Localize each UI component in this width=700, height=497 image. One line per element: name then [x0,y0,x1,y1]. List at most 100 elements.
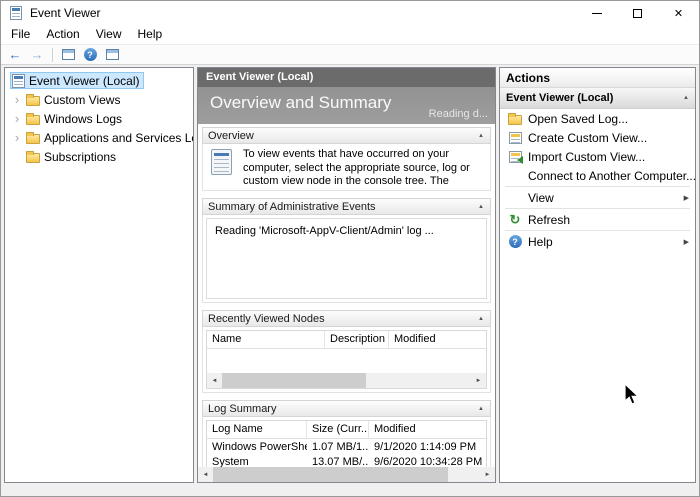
recent-nodes-hscrollbar[interactable]: ◄ ► [207,373,486,388]
column-header-modified[interactable]: Modified [369,421,486,438]
overview-banner: Overview and Summary Reading d... [198,87,495,124]
mouse-cursor [624,383,642,407]
column-header-size[interactable]: Size (Curr... [307,421,369,438]
log-summary-section-header[interactable]: Log Summary ▲ [202,400,491,417]
submenu-arrow-icon: ▶ [684,238,689,246]
collapse-icon[interactable]: ▲ [474,201,488,213]
expand-chevron-icon[interactable]: › [10,93,24,107]
scroll-left-icon[interactable]: ◄ [207,373,222,388]
menu-help[interactable]: Help [130,25,171,44]
properties-button[interactable] [102,46,122,64]
console-tree-icon [62,49,75,60]
scroll-left-icon[interactable]: ◄ [198,467,213,482]
selected-tree-node[interactable]: Event Viewer (Local) [10,72,144,89]
titlebar: Event Viewer ✕ [1,1,699,25]
window-controls: ✕ [576,1,699,25]
window-icon [106,49,119,60]
cell-modified: 9/1/2020 1:14:09 PM [369,441,486,453]
admin-events-section-title: Summary of Administrative Events [208,201,376,213]
window-title: Event Viewer [30,6,100,20]
icon-slot: ↻ [507,212,523,228]
action-refresh[interactable]: ↻ Refresh [500,210,695,229]
action-import-custom-view[interactable]: Import Custom View... [500,147,695,166]
toolbar: ← → ? [1,44,699,65]
collapse-icon[interactable]: ▲ [679,92,693,104]
scroll-thumb[interactable] [222,373,366,388]
overview-section: Overview ▲ To view events that have occu… [202,127,491,191]
tree-node[interactable]: Windows Logs [24,110,126,127]
collapse-icon[interactable]: ▲ [474,130,488,142]
scroll-right-icon[interactable]: ► [471,373,486,388]
actions-separator [505,186,690,187]
scroll-track[interactable] [222,373,471,388]
recent-nodes-table-header: Name Description Modified [207,331,486,349]
action-help[interactable]: ? Help ▶ [500,232,695,251]
icon-slot [507,130,523,146]
show-console-tree-button[interactable] [58,46,78,64]
menu-file[interactable]: File [3,25,38,44]
log-summary-table: Log Name Size (Curr... Modified Windows … [206,420,487,467]
expand-chevron-icon[interactable]: › [10,131,24,145]
overview-content: To view events that have occurred on you… [202,144,491,191]
admin-events-section-header[interactable]: Summary of Administrative Events ▲ [202,198,491,215]
tree-item-applications-services-logs[interactable]: › Applications and Services Logs [5,128,193,147]
submenu-arrow-icon: ▶ [684,194,689,202]
actions-group-header[interactable]: Event Viewer (Local) ▲ [500,88,695,109]
overview-section-header[interactable]: Overview ▲ [202,127,491,144]
actions-separator [505,230,690,231]
admin-events-status: Reading 'Microsoft-AppV-Client/Admin' lo… [206,218,487,299]
column-header-name[interactable]: Name [207,331,325,348]
close-icon: ✕ [674,7,683,20]
help-icon: ? [84,48,97,61]
tree-item-label: Event Viewer (Local) [29,74,140,88]
tree-item-custom-views[interactable]: › Custom Views [5,90,193,109]
scroll-track[interactable] [213,467,480,482]
column-header-log-name[interactable]: Log Name [207,421,307,438]
action-view[interactable]: View ▶ [500,188,695,207]
minimize-button[interactable] [576,1,617,25]
action-label: View [528,191,554,205]
banner-status: Reading d... [429,108,488,120]
back-button[interactable]: ← [5,46,25,64]
recent-nodes-section-header[interactable]: Recently Viewed Nodes ▲ [202,310,491,327]
action-label: Open Saved Log... [528,112,628,126]
tree-node[interactable]: Applications and Services Logs [24,129,194,146]
recent-nodes-content: Name Description Modified ◄ ► [202,327,491,393]
scroll-thumb[interactable] [213,467,448,482]
close-button[interactable]: ✕ [658,1,699,25]
maximize-icon [633,9,642,18]
event-viewer-window: Event Viewer ✕ File Action View Help ← →… [0,0,700,497]
column-header-description[interactable]: Description [325,331,389,348]
action-label: Refresh [528,213,570,227]
collapse-icon[interactable]: ▲ [474,403,488,415]
tree-node[interactable]: Subscriptions [24,148,120,165]
table-row[interactable]: System 13.07 MB/... 9/6/2020 10:34:28 PM [207,454,486,467]
results-body: Overview ▲ To view events that have occu… [198,124,495,467]
column-header-modified[interactable]: Modified [389,331,486,348]
menu-action[interactable]: Action [38,25,87,44]
tree-node[interactable]: Custom Views [24,91,124,108]
maximize-button[interactable] [617,1,658,25]
collapse-icon[interactable]: ▲ [474,313,488,325]
log-summary-section-title: Log Summary [208,403,276,415]
results-pane-hscrollbar[interactable]: ◄ ► [198,467,495,482]
app-icon [8,5,24,21]
open-folder-icon [508,115,522,125]
help-toolbar-button[interactable]: ? [80,46,100,64]
cell-modified: 9/6/2020 10:34:28 PM [369,456,486,468]
tree-item-subscriptions[interactable]: Subscriptions [5,147,193,166]
action-label: Connect to Another Computer... [528,169,696,183]
tree-item-event-viewer-local[interactable]: Event Viewer (Local) [5,71,193,90]
action-create-custom-view[interactable]: Create Custom View... [500,128,695,147]
menu-view[interactable]: View [88,25,130,44]
admin-events-content: Reading 'Microsoft-AppV-Client/Admin' lo… [202,215,491,303]
recent-nodes-empty-body [207,349,486,373]
action-connect-to-another-computer[interactable]: Connect to Another Computer... [500,166,695,185]
table-row[interactable]: Windows PowerShell 1.07 MB/1... 9/1/2020… [207,439,486,454]
import-view-icon [509,151,522,163]
forward-button[interactable]: → [27,46,47,64]
tree-item-windows-logs[interactable]: › Windows Logs [5,109,193,128]
expand-chevron-icon[interactable]: › [10,112,24,126]
scroll-right-icon[interactable]: ► [480,467,495,482]
action-open-saved-log[interactable]: Open Saved Log... [500,109,695,128]
